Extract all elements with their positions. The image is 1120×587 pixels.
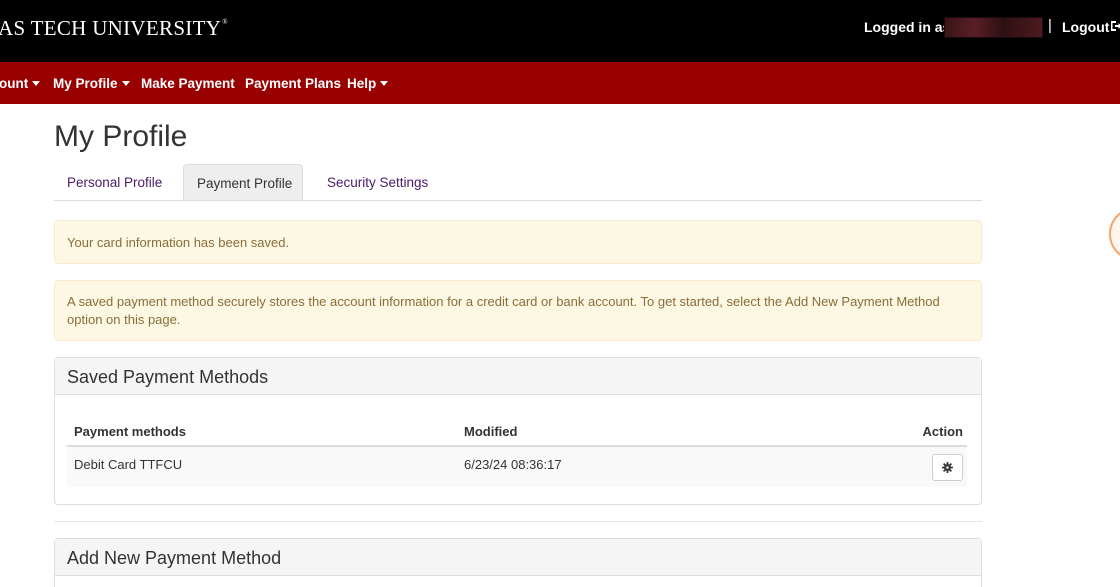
- tab-personal-profile[interactable]: Personal Profile: [54, 164, 172, 200]
- gear-icon: [942, 462, 953, 473]
- profile-tabs: Personal Profile Payment Profile Securit…: [54, 164, 982, 201]
- nav-help-label: Help: [347, 76, 377, 91]
- brand-text: AS TECH UNIVERSITY: [0, 16, 222, 40]
- table-row: Debit Card TTFCU 6/23/24 08:36:17: [67, 447, 967, 487]
- university-brand[interactable]: AS TECH UNIVERSITY®: [0, 16, 228, 41]
- top-header: AS TECH UNIVERSITY® Logged in as: | Logo…: [0, 0, 1120, 62]
- caret-down-icon: [380, 81, 389, 86]
- nav-account-dropdown[interactable]: ount: [0, 76, 41, 91]
- logout-icon[interactable]: [1110, 20, 1120, 32]
- table-header: Payment methods Modified Action: [67, 420, 967, 447]
- nav-my-profile-label: My Profile: [53, 76, 118, 91]
- floating-help-widget[interactable]: [1109, 207, 1120, 261]
- tab-security-settings[interactable]: Security Settings: [314, 164, 436, 200]
- caret-down-icon: [121, 81, 130, 86]
- main-navigation: ount My Profile Make Payment Payment Pla…: [0, 62, 1120, 104]
- caret-down-icon: [32, 81, 41, 86]
- saved-payment-methods-panel: Saved Payment Methods Payment methods Mo…: [54, 357, 982, 505]
- brand-mark: ®: [222, 18, 228, 26]
- saved-alert: Your card information has been saved.: [54, 220, 982, 264]
- redacted-username: [944, 17, 1043, 38]
- info-alert: A saved payment method securely stores t…: [54, 280, 982, 341]
- nav-account-label: ount: [0, 76, 29, 91]
- add-payment-method-panel: Add New Payment Method: [54, 538, 982, 587]
- section-divider: [54, 521, 982, 522]
- saved-payment-methods-heading: Saved Payment Methods: [55, 358, 981, 395]
- nav-help-dropdown[interactable]: Help: [347, 76, 389, 91]
- column-header-action: Action: [922, 424, 963, 439]
- add-payment-method-heading: Add New Payment Method: [55, 539, 981, 576]
- tab-payment-profile[interactable]: Payment Profile: [183, 164, 303, 200]
- payment-method-name: Debit Card TTFCU: [74, 457, 183, 472]
- page-title: My Profile: [54, 120, 188, 153]
- nav-payment-plans[interactable]: Payment Plans: [245, 76, 341, 91]
- nav-make-payment[interactable]: Make Payment: [141, 76, 235, 91]
- header-separator: |: [1048, 17, 1052, 34]
- logged-in-label: Logged in as:: [864, 19, 955, 35]
- nav-my-profile-dropdown[interactable]: My Profile: [53, 76, 130, 91]
- column-header-modified: Modified: [464, 424, 518, 439]
- column-header-payment-methods: Payment methods: [74, 424, 186, 439]
- payment-method-action-button[interactable]: [932, 454, 963, 481]
- payment-method-modified: 6/23/24 08:36:17: [464, 457, 562, 472]
- logout-link[interactable]: Logout: [1062, 19, 1109, 35]
